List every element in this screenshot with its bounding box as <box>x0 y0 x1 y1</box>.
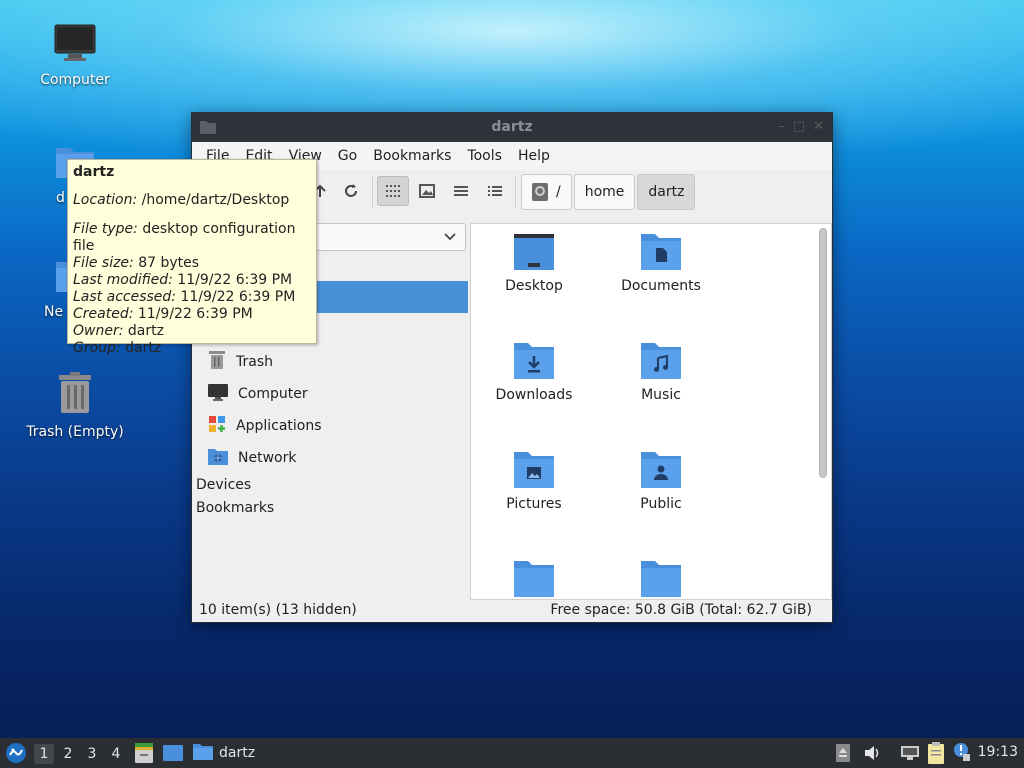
compact-view-icon[interactable] <box>445 176 477 206</box>
tooltip-file-type: File type: desktop configuration file <box>73 221 296 254</box>
workspace-4[interactable]: 4 <box>106 744 126 764</box>
desktop-icon-computer[interactable]: Computer <box>20 24 130 88</box>
sidebar-header-devices[interactable]: Devices <box>196 477 251 493</box>
tooltip-created: Created: 11/9/22 6:39 PM <box>73 306 253 322</box>
sidebar-item-computer[interactable]: Computer <box>208 382 308 406</box>
breadcrumb-home[interactable]: home <box>573 174 636 210</box>
sidebar-item-network[interactable]: Network <box>208 446 296 470</box>
file-item-public[interactable]: Public <box>601 450 721 512</box>
file-item-partial[interactable] <box>601 559 721 599</box>
music-folder-icon <box>640 341 682 381</box>
workspace-3[interactable]: 3 <box>82 744 102 764</box>
menu-help[interactable]: Help <box>510 148 558 164</box>
applications-icon <box>208 415 226 437</box>
taskbar-window-dartz[interactable]: dartz <box>193 741 255 765</box>
downloads-folder-icon <box>513 341 555 381</box>
desktop-icon-label: Trash (Empty) <box>26 424 124 440</box>
close-icon[interactable]: ✕ <box>813 119 824 134</box>
desktop-folder-icon <box>513 232 555 272</box>
sidebar-header-bookmarks[interactable]: Bookmarks <box>196 500 274 516</box>
file-item-music[interactable]: Music <box>601 341 721 403</box>
volume-icon[interactable] <box>863 744 881 766</box>
breadcrumb-dartz[interactable]: dartz <box>637 174 696 210</box>
network-icon <box>208 447 228 469</box>
icon-view-icon[interactable] <box>377 176 409 206</box>
taskbar: 1 2 3 4 dartz 19:13 <box>0 738 1024 768</box>
monitor-icon <box>208 383 228 405</box>
desktop-show-icon[interactable] <box>162 743 184 767</box>
window-title: dartz <box>491 119 533 135</box>
documents-folder-icon <box>640 232 682 272</box>
monitor-icon <box>20 24 130 66</box>
folder-icon <box>640 559 682 599</box>
file-view: Desktop Documents Downloads Music Pictur… <box>470 223 832 600</box>
file-manager-launcher-icon[interactable] <box>134 742 154 768</box>
status-item-count: 10 item(s) (13 hidden) <box>199 602 357 618</box>
sidebar-item-applications[interactable]: Applications <box>208 414 322 438</box>
folder-icon <box>193 742 213 764</box>
tooltip-group: Group: dartz <box>73 340 162 356</box>
scrollbar-thumb[interactable] <box>819 228 827 478</box>
detailed-view-icon[interactable] <box>479 176 511 206</box>
window-titlebar[interactable]: dartz – □ ✕ <box>192 113 832 142</box>
eject-icon[interactable] <box>835 743 851 767</box>
menu-go[interactable]: Go <box>330 148 365 164</box>
tooltip-title: dartz <box>73 164 115 180</box>
file-item-pictures[interactable]: Pictures <box>474 450 594 512</box>
file-tooltip: dartz Location: /home/dartz/Desktop File… <box>67 159 317 356</box>
reload-icon[interactable] <box>335 176 367 206</box>
tooltip-file-size: File size: 87 bytes <box>73 255 200 271</box>
tooltip-last-modified: Last modified: 11/9/22 6:39 PM <box>73 272 293 288</box>
file-item-desktop[interactable]: Desktop <box>474 232 594 294</box>
desktop-icon-label: Computer <box>40 72 110 88</box>
chevron-down-icon <box>443 229 457 247</box>
pictures-folder-icon <box>513 450 555 490</box>
breadcrumb: / home dartz <box>521 174 697 210</box>
clock[interactable]: 19:13 <box>978 744 1018 760</box>
file-item-partial[interactable] <box>474 559 594 599</box>
drive-icon <box>532 183 548 201</box>
statusbar: 10 item(s) (13 hidden) Free space: 50.8 … <box>192 600 832 622</box>
scrollbar[interactable] <box>819 228 827 599</box>
maximize-icon[interactable]: □ <box>793 119 805 134</box>
workspace-2[interactable]: 2 <box>58 744 78 764</box>
minimize-icon[interactable]: – <box>778 119 785 134</box>
file-item-documents[interactable]: Documents <box>601 232 721 294</box>
update-notifier-icon[interactable] <box>953 742 971 766</box>
start-menu-icon[interactable] <box>5 742 27 768</box>
menu-bookmarks[interactable]: Bookmarks <box>365 148 459 164</box>
workspace-1[interactable]: 1 <box>34 744 54 764</box>
status-free-space: Free space: 50.8 GiB (Total: 62.7 GiB) <box>550 602 812 618</box>
public-folder-icon <box>640 450 682 490</box>
file-item-downloads[interactable]: Downloads <box>474 341 594 403</box>
menu-tools[interactable]: Tools <box>459 148 510 164</box>
folder-icon <box>513 559 555 599</box>
thumbnail-view-icon[interactable] <box>411 176 443 206</box>
desktop-icon-trash[interactable]: Trash (Empty) <box>20 372 130 440</box>
network-tray-icon[interactable] <box>900 744 920 766</box>
breadcrumb-root[interactable]: / <box>521 174 572 210</box>
tooltip-location: Location: /home/dartz/Desktop <box>73 192 290 208</box>
clipboard-icon[interactable] <box>926 741 946 768</box>
tooltip-last-accessed: Last accessed: 11/9/22 6:39 PM <box>73 289 296 305</box>
trash-icon <box>20 372 130 418</box>
tooltip-owner: Owner: dartz <box>73 323 164 339</box>
